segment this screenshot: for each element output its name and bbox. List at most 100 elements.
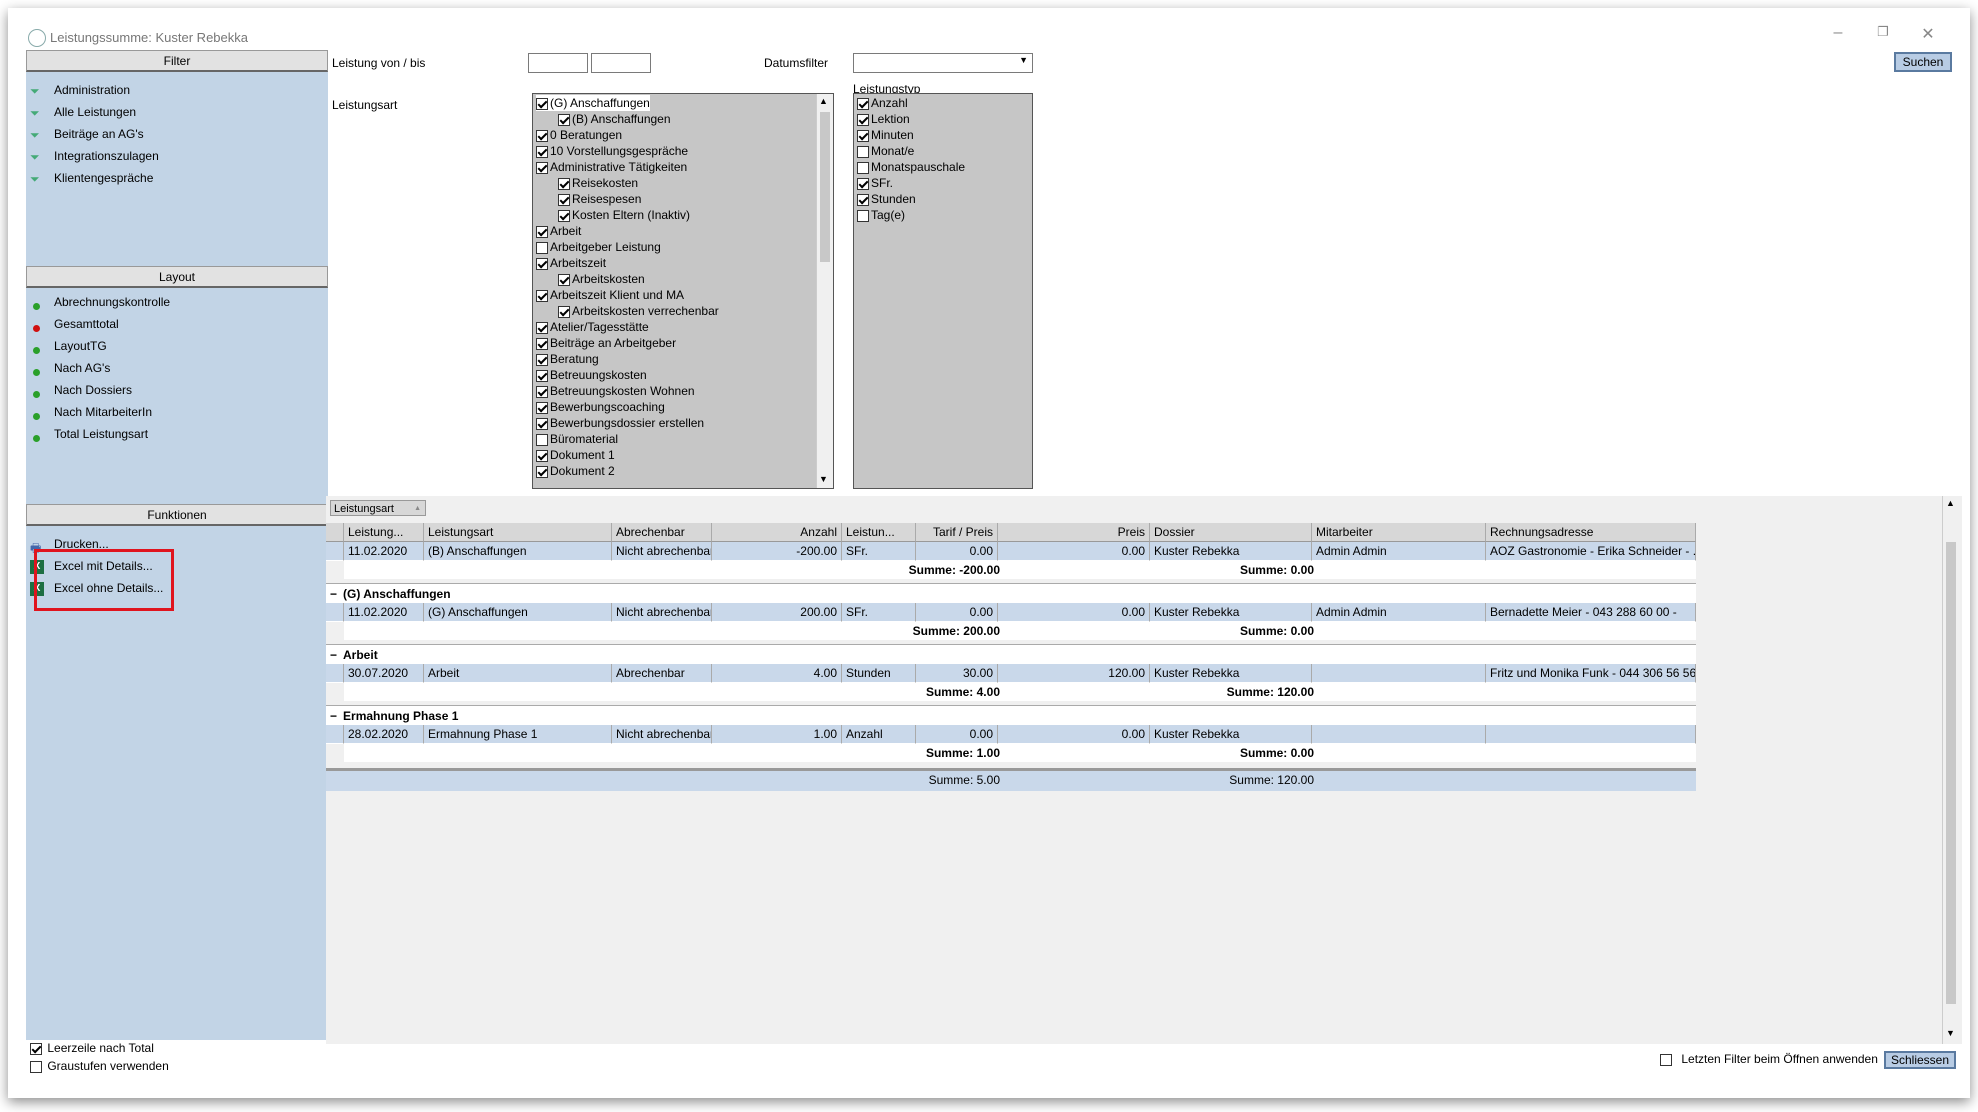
leistungsart-checkbox[interactable] xyxy=(536,321,548,334)
leistungsart-item[interactable]: Bewerbungscoaching xyxy=(536,399,665,415)
leistungsart-item[interactable]: Arbeitszeit xyxy=(536,255,606,271)
leistungsart-checkbox[interactable] xyxy=(536,337,548,350)
leistungsart-item[interactable]: Administrative Tätigkeiten xyxy=(536,159,687,175)
leistungstyp-item[interactable]: Tag(e) xyxy=(857,207,905,223)
leistungsart-item[interactable]: 10 Vorstellungsgespräche xyxy=(536,143,688,159)
leistungsart-checkbox[interactable] xyxy=(536,225,548,238)
leistung-von-input[interactable] xyxy=(528,53,588,73)
leistungsart-item[interactable]: Betreuungskosten xyxy=(536,367,647,383)
scroll-up-icon[interactable]: ▲ xyxy=(1946,498,1955,508)
leistungsart-checkbox[interactable] xyxy=(536,433,548,446)
leistungsart-item[interactable]: (B) Anschaffungen xyxy=(558,111,671,127)
table-row[interactable]: 11.02.2020 (G) Anschaffungen Nicht abreche… xyxy=(326,603,1696,622)
leistungstyp-item[interactable]: Monatspauschale xyxy=(857,159,965,175)
table-row[interactable]: 11.02.2020 (B) Anschaffungen Nicht abreche… xyxy=(326,542,1696,561)
leistungstyp-checkbox[interactable] xyxy=(857,209,869,222)
leistungsart-checkbox[interactable] xyxy=(558,305,570,318)
suchen-button[interactable]: Suchen xyxy=(1894,52,1952,72)
leistungsart-item[interactable]: Kosten Eltern (Inaktiv) xyxy=(558,207,690,223)
leistungsart-checkbox[interactable] xyxy=(558,273,570,286)
leistungstyp-list[interactable]: Anzahl Lektion Minuten Monat/e Monatspauscha… xyxy=(853,93,1033,489)
leistungsart-item[interactable]: Arbeitgeber Leistung xyxy=(536,239,661,255)
leistungsart-checkbox[interactable] xyxy=(536,257,548,270)
column-header[interactable]: Tarif / Preis xyxy=(916,523,998,542)
leistungsart-checkbox[interactable] xyxy=(536,449,548,462)
leistungstyp-item[interactable]: Anzahl xyxy=(857,95,908,111)
scroll-up-icon[interactable]: ▲ xyxy=(819,96,828,106)
leistungstyp-item[interactable]: Minuten xyxy=(857,127,914,143)
leistungstyp-item[interactable]: Lektion xyxy=(857,111,910,127)
leistungsart-scrollbar[interactable]: ▲ ▼ xyxy=(816,94,833,488)
leistungsart-list[interactable]: (G) Anschaffungen (B) Anschaffungen 0 Bera… xyxy=(532,93,834,489)
column-header[interactable]: Abrechenbar xyxy=(612,523,712,542)
leistungsart-checkbox[interactable] xyxy=(558,209,570,222)
layout-item[interactable]: Nach MitarbeiterIn xyxy=(30,402,152,422)
group-row[interactable]: − Arbeit xyxy=(326,644,1696,666)
leistungstyp-checkbox[interactable] xyxy=(857,177,869,190)
leistungsart-checkbox[interactable] xyxy=(536,97,548,110)
column-header[interactable]: Leistun... xyxy=(842,523,916,542)
layout-item[interactable]: Gesamttotal xyxy=(30,314,119,334)
leistungsart-checkbox[interactable] xyxy=(536,417,548,430)
leistungsart-checkbox[interactable] xyxy=(558,177,570,190)
group-by-chip[interactable]: Leistungsart ▲ xyxy=(330,500,426,516)
leistungstyp-item[interactable]: SFr. xyxy=(857,175,893,191)
filter-item[interactable]: ⏷ Administration xyxy=(30,80,130,100)
leistungsart-item[interactable]: Dokument 2 xyxy=(536,463,615,479)
column-header[interactable]: Leistung... xyxy=(344,523,424,542)
leistungstyp-checkbox[interactable] xyxy=(857,113,869,126)
table-row[interactable]: 30.07.2020 Arbeit Abrechenbar 4.00 Stunden 30… xyxy=(326,664,1696,683)
leerzeile-option[interactable]: Leerzeile nach Total xyxy=(30,1038,154,1058)
leistungsart-item[interactable]: Atelier/Tagesstätte xyxy=(536,319,649,335)
leistungsart-item[interactable]: Dokument 1 xyxy=(536,447,615,463)
column-header[interactable]: Rechnungsadresse xyxy=(1486,523,1696,542)
leistungsart-item[interactable]: Büromaterial xyxy=(536,431,618,447)
graustufen-option[interactable]: Graustufen verwenden xyxy=(30,1056,169,1076)
column-header[interactable]: Mitarbeiter xyxy=(1312,523,1486,542)
leistungsart-item[interactable]: 0 Beratungen xyxy=(536,127,622,143)
leistungsart-item[interactable]: Beratung xyxy=(536,351,599,367)
layout-item[interactable]: Nach AG's xyxy=(30,358,110,378)
leistungsart-item[interactable]: Reisekosten xyxy=(558,175,638,191)
grid-scrollbar[interactable]: ▲ ▼ xyxy=(1942,496,1959,1044)
leistungsart-checkbox[interactable] xyxy=(536,465,548,478)
leistungsart-item[interactable]: Bewerbungsdossier erstellen xyxy=(536,415,704,431)
collapse-icon[interactable]: − xyxy=(330,709,337,723)
table-row[interactable]: 28.02.2020 Ermahnung Phase 1 Nicht abreche… xyxy=(326,725,1696,744)
leerzeile-checkbox[interactable] xyxy=(30,1042,42,1055)
graustufen-checkbox[interactable] xyxy=(30,1060,42,1073)
leistungsart-checkbox[interactable] xyxy=(536,401,548,414)
minimize-icon[interactable]: – xyxy=(1828,24,1848,42)
layout-item[interactable]: Nach Dossiers xyxy=(30,380,132,400)
layout-item[interactable]: LayoutTG xyxy=(30,336,107,356)
leistungsart-checkbox[interactable] xyxy=(536,129,548,142)
letzten-filter-checkbox[interactable] xyxy=(1660,1053,1672,1066)
letzten-filter-option[interactable]: Letzten Filter beim Öffnen anwenden xyxy=(1660,1049,1878,1069)
column-header[interactable]: Preis xyxy=(998,523,1150,542)
filter-item[interactable]: ⏷ Integrationszulagen xyxy=(30,146,159,166)
leistungstyp-item[interactable]: Stunden xyxy=(857,191,916,207)
leistungstyp-checkbox[interactable] xyxy=(857,161,869,174)
leistungsart-checkbox[interactable] xyxy=(536,353,548,366)
scroll-down-icon[interactable]: ▼ xyxy=(1946,1028,1955,1038)
group-row[interactable]: − Ermahnung Phase 1 xyxy=(326,705,1696,727)
scroll-thumb[interactable] xyxy=(820,112,830,262)
leistungsart-item[interactable]: Reisespesen xyxy=(558,191,641,207)
layout-item[interactable]: Total Leistungsart xyxy=(30,424,148,444)
leistungsart-item[interactable]: Arbeit xyxy=(536,223,581,239)
leistungsart-item[interactable]: Arbeitskosten verrechenbar xyxy=(558,303,719,319)
leistungsart-checkbox[interactable] xyxy=(536,241,548,254)
collapse-icon[interactable]: − xyxy=(330,648,337,662)
filter-item[interactable]: ⏷ Alle Leistungen xyxy=(30,102,136,122)
column-header[interactable]: Leistungsart xyxy=(424,523,612,542)
restore-icon[interactable]: ❐ xyxy=(1873,24,1893,40)
close-icon[interactable]: ✕ xyxy=(1918,24,1938,44)
leistungstyp-checkbox[interactable] xyxy=(857,193,869,206)
leistungstyp-item[interactable]: Monat/e xyxy=(857,143,914,159)
scroll-thumb[interactable] xyxy=(1946,542,1956,1004)
leistungsart-checkbox[interactable] xyxy=(536,289,548,302)
leistungstyp-checkbox[interactable] xyxy=(857,129,869,142)
scroll-down-icon[interactable]: ▼ xyxy=(819,474,828,484)
datumsfilter-select[interactable]: ▼ xyxy=(853,53,1033,73)
leistungsart-item[interactable]: (G) Anschaffungen xyxy=(536,95,650,111)
